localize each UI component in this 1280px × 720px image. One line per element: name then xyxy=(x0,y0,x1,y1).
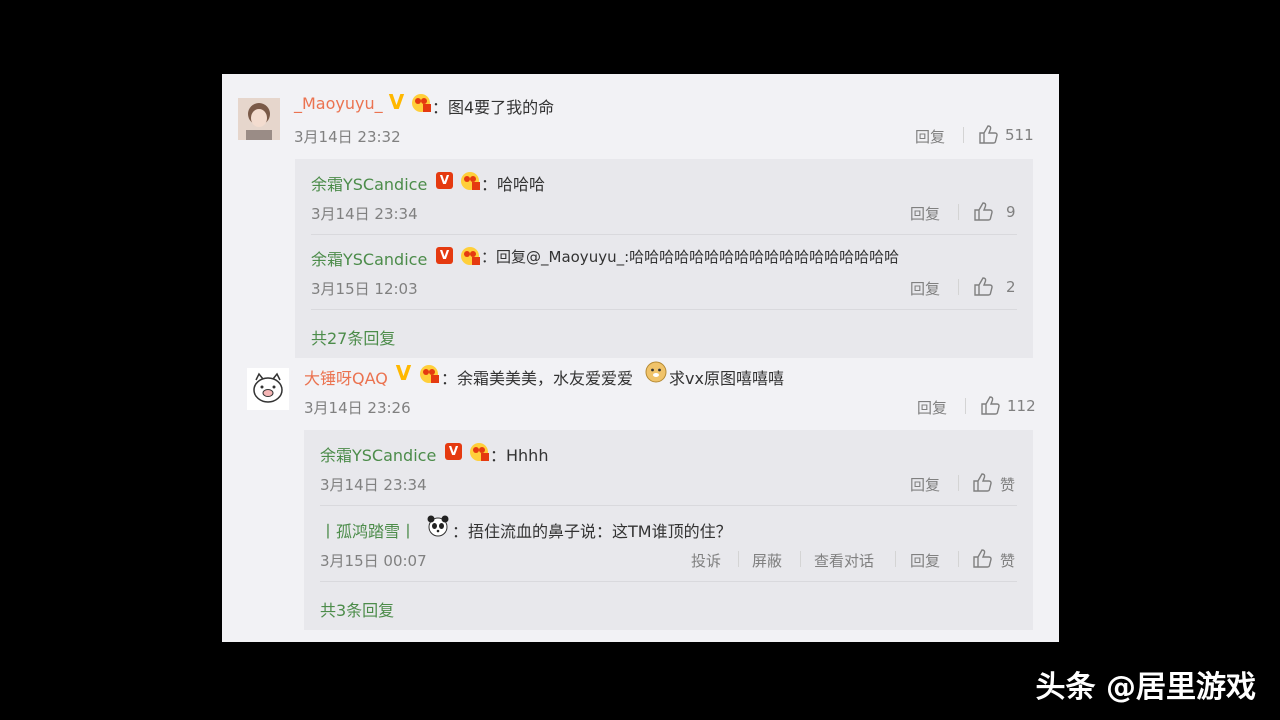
verified-v-icon: V xyxy=(436,172,453,189)
verified-v-icon: V xyxy=(395,361,412,385)
like-icon[interactable] xyxy=(978,125,998,144)
divider xyxy=(800,551,801,567)
reply-time: 3月14日 23:34 xyxy=(320,476,427,494)
view-conversation-button[interactable]: 查看对话 xyxy=(814,550,874,571)
verified-v-icon: V xyxy=(445,443,462,460)
watermark: 头条 @居里游戏 xyxy=(1035,670,1256,705)
divider xyxy=(738,551,739,567)
like-icon[interactable] xyxy=(973,202,993,221)
reply-text: ：捂住流血的鼻子说：这TM谁顶的住？ xyxy=(452,522,732,541)
comment-text: ：图4要了我的命 xyxy=(432,98,555,117)
like-icon[interactable] xyxy=(980,396,1000,415)
avatar-image xyxy=(247,368,289,410)
like-count: 511 xyxy=(1005,126,1034,144)
comment-author[interactable]: _Maoyuyu_ xyxy=(294,94,383,113)
divider xyxy=(958,551,959,567)
comment-text: 求vx原图嘻嘻嘻 xyxy=(669,369,784,388)
divider xyxy=(311,309,1017,310)
reply-time: 3月14日 23:34 xyxy=(311,205,418,223)
like-icon[interactable] xyxy=(972,549,992,568)
more-replies-link[interactable]: 共3条回复 xyxy=(320,597,394,621)
like-count: 2 xyxy=(1006,278,1016,296)
reply-button[interactable]: 回复 xyxy=(910,278,940,299)
reply-box: 余霜YSCandice V ：Hhhh 3月14日 23:34 回复 赞 丨孤鸿… xyxy=(304,430,1033,630)
reply-author[interactable]: 余霜YSCandice xyxy=(311,246,427,270)
fan-medal-icon xyxy=(420,365,439,383)
comment-panel: _Maoyuyu_ V ：图4要了我的命 3月14日 23:32 回复 511 … xyxy=(222,74,1059,642)
panda-emoji-icon xyxy=(427,515,449,537)
reply-text: ：回复@_Maoyuyu_:哈哈哈哈哈哈哈哈哈哈哈哈哈哈哈哈哈哈 xyxy=(481,248,900,266)
report-button[interactable]: 投诉 xyxy=(691,550,721,571)
like-count: 112 xyxy=(1007,397,1036,415)
divider xyxy=(311,234,1017,235)
verified-v-icon: V xyxy=(436,247,453,264)
like-label[interactable]: 赞 xyxy=(1000,550,1015,571)
avatar[interactable] xyxy=(238,98,280,140)
like-label[interactable]: 赞 xyxy=(1000,474,1015,495)
reply-button[interactable]: 回复 xyxy=(910,550,940,571)
like-icon[interactable] xyxy=(973,277,993,296)
reply-button[interactable]: 回复 xyxy=(917,397,947,418)
like-count: 9 xyxy=(1006,203,1016,221)
divider xyxy=(895,551,896,567)
reply-box: 余霜YSCandice V ：哈哈哈 3月14日 23:34 回复 9 余霜YS… xyxy=(295,159,1033,358)
comment-time: 3月14日 23:26 xyxy=(304,399,411,417)
reply-button[interactable]: 回复 xyxy=(915,126,945,147)
fan-medal-icon xyxy=(412,94,431,112)
reply-author[interactable]: 余霜YSCandice xyxy=(311,171,427,195)
divider xyxy=(965,398,966,414)
reply-button[interactable]: 回复 xyxy=(910,474,940,495)
reply-author[interactable]: 丨孤鸿踏雪丨 xyxy=(320,518,416,542)
fan-medal-icon xyxy=(461,247,480,265)
reply-button[interactable]: 回复 xyxy=(910,203,940,224)
reply-author[interactable]: 余霜YSCandice xyxy=(320,442,436,466)
avatar-image xyxy=(238,98,280,140)
divider xyxy=(320,581,1017,582)
divider xyxy=(958,204,959,220)
fan-medal-icon xyxy=(470,443,489,461)
more-replies-link[interactable]: 共27条回复 xyxy=(311,325,395,349)
verified-v-icon: V xyxy=(388,90,405,114)
block-button[interactable]: 屏蔽 xyxy=(752,550,782,571)
comment-time: 3月14日 23:32 xyxy=(294,128,401,146)
comment-author[interactable]: 大锤呀QAQ xyxy=(304,365,388,389)
reply-text: ：哈哈哈 xyxy=(481,175,546,194)
divider xyxy=(958,475,959,491)
comment-text: ：余霜美美美，水友爱爱爱 xyxy=(441,369,634,388)
reply-text: ：Hhhh xyxy=(490,446,549,465)
divider xyxy=(963,127,964,143)
divider xyxy=(958,279,959,295)
like-icon[interactable] xyxy=(972,473,992,492)
doge-emoji-icon xyxy=(645,361,667,383)
fan-medal-icon xyxy=(461,172,480,190)
avatar[interactable] xyxy=(247,368,289,410)
reply-time: 3月15日 12:03 xyxy=(311,280,418,298)
divider xyxy=(320,505,1017,506)
reply-time: 3月15日 00:07 xyxy=(320,552,427,570)
